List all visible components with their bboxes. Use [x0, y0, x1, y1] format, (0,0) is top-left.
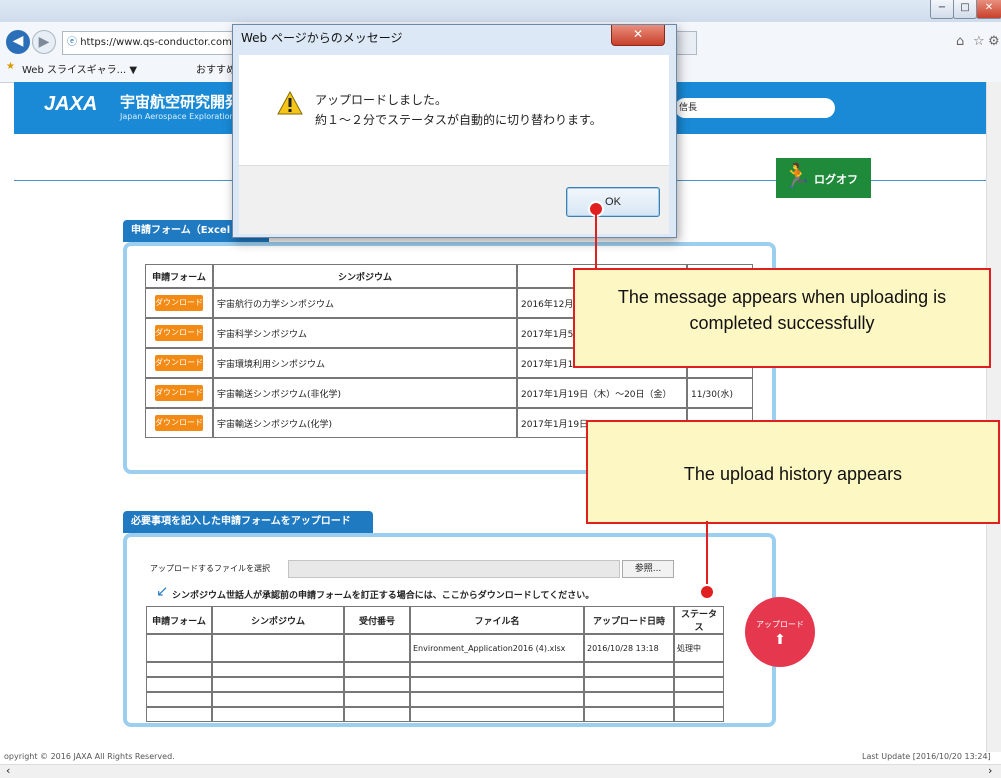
favorites-star-icon[interactable]: ☆: [973, 34, 985, 49]
logoff-label: ログオフ: [814, 173, 858, 186]
filename-cell[interactable]: Environment_Application2016 (4).xlsx: [410, 634, 584, 662]
callout-history-text: The upload history appears: [683, 464, 903, 484]
table-row: ダウンロード 宇宙輸送シンポジウム(非化学) 2017年1月19日（木）～20日…: [145, 378, 753, 408]
symposium-cell: 宇宙輸送シンポジウム(化学): [213, 408, 517, 438]
user-name-text: 信長: [679, 103, 698, 113]
upload-button-label: アップロード: [756, 620, 804, 629]
symposium-cell: 宇宙航行の力学シンポジウム: [213, 288, 517, 318]
warning-icon: [277, 91, 303, 115]
fav-item-recommended[interactable]: おすすめ: [196, 61, 236, 76]
jaxa-logo[interactable]: JAXA: [44, 93, 97, 116]
file-select-label: アップロードするファイルを選択: [150, 564, 270, 573]
symposium-cell: 宇宙輸送シンポジウム(非化学): [213, 378, 517, 408]
download-button[interactable]: ダウンロード: [155, 325, 203, 341]
download-button[interactable]: ダウンロード: [155, 355, 203, 371]
user-field: 信長: [675, 98, 835, 118]
ok-button[interactable]: OK: [566, 187, 660, 217]
dialog-title: Web ページからのメッセージ: [241, 31, 403, 45]
logoff-button[interactable]: 🏃 ログオフ: [776, 158, 871, 198]
window-titlebar: [0, 0, 1001, 22]
back-icon[interactable]: ◀: [6, 30, 30, 54]
dialog-close-button[interactable]: ✕: [611, 25, 665, 46]
window-close-button[interactable]: ✕: [976, 0, 1001, 19]
message-dialog: Web ページからのメッセージ ✕ アップロードしました。 約１～２分でステータ…: [232, 24, 677, 238]
deadline-cell: 11/30(水): [687, 378, 753, 408]
table-row: [146, 692, 724, 707]
upload-button[interactable]: アップロード ⬆: [745, 597, 815, 667]
ie-page-icon: ⓔ: [67, 37, 77, 48]
header-filename: ファイル名: [410, 606, 584, 634]
curved-arrow-icon: ↙: [156, 582, 169, 600]
dialog-body: アップロードしました。 約１～２分でステータスが自動的に切り替わります。: [239, 55, 669, 165]
url-text: https://www.qs-conductor.com/: [80, 37, 236, 48]
exit-icon: 🏃: [782, 162, 812, 190]
dialog-message-line2: 約１～２分でステータスが自動的に切り替わります。: [315, 113, 602, 127]
correction-note: シンポジウム世話人が承認前の申請フォームを訂正する場合には、ここからダウンロード…: [172, 591, 595, 601]
callout-history-note: The upload history appears: [586, 420, 1000, 524]
page-footer: opyright © 2016 JAXA All Rights Reserved…: [0, 750, 991, 764]
header-datetime: アップロード日時: [584, 606, 674, 634]
vertical-scrollbar[interactable]: [986, 82, 1001, 752]
maximize-button[interactable]: □: [953, 0, 977, 19]
callout-dialog-text: The message appears when uploading is co…: [617, 287, 947, 333]
download-button[interactable]: ダウンロード: [155, 295, 203, 311]
header-symposium: シンポジウム: [212, 606, 344, 634]
upload-history-table: 申請フォーム シンポジウム 受付番号 ファイル名 アップロード日時 ステータス …: [146, 606, 724, 722]
minimize-button[interactable]: −: [930, 0, 954, 19]
number-cell: [344, 634, 410, 662]
header-symposium: シンポジウム: [213, 264, 517, 288]
copyright-text: opyright © 2016 JAXA All Rights Reserved…: [4, 752, 175, 761]
header-number: 受付番号: [344, 606, 410, 634]
annotation-dot: [699, 584, 715, 600]
gear-icon[interactable]: ⚙: [988, 34, 1000, 49]
download-button[interactable]: ダウンロード: [155, 385, 203, 401]
forward-icon[interactable]: ▶: [32, 30, 56, 54]
date-cell: 2017年1月19日（木）～20日（金）: [517, 378, 687, 408]
upload-arrow-icon: ⬆: [774, 632, 786, 648]
symposium-cell: [212, 634, 344, 662]
form-cell: [146, 634, 212, 662]
datetime-cell: 2016/10/28 13:18: [584, 634, 674, 662]
symposium-cell: 宇宙環境利用シンポジウム: [213, 348, 517, 378]
file-path-input[interactable]: [288, 560, 620, 578]
callout-dialog-note: The message appears when uploading is co…: [573, 268, 991, 368]
horizontal-scrollbar[interactable]: ‹ ›: [0, 764, 1001, 778]
annotation-line: [595, 213, 597, 268]
header-form: 申請フォーム: [145, 264, 213, 288]
address-bar[interactable]: ⓔ https://www.qs-conductor.com/: [62, 31, 239, 55]
table-row: Environment_Application2016 (4).xlsx 201…: [146, 634, 724, 662]
annotation-line: [706, 521, 708, 587]
table-row: [146, 677, 724, 692]
table-row: [146, 662, 724, 677]
browse-button[interactable]: 参照...: [622, 560, 674, 578]
scroll-right-icon[interactable]: ›: [988, 764, 992, 777]
status-cell: 処理中: [674, 634, 724, 662]
fav-item-webslice[interactable]: Web スライスギャラ... ▼: [22, 61, 137, 76]
table-row: [146, 707, 724, 722]
upload-panel-tab: 必要事項を記入した申請フォームをアップロード: [123, 511, 373, 533]
scroll-left-icon[interactable]: ‹: [6, 764, 10, 777]
dialog-message-line1: アップロードしました。: [315, 93, 448, 107]
symposium-cell: 宇宙科学シンポジウム: [213, 318, 517, 348]
header-status: ステータス: [674, 606, 724, 634]
favorites-star-icon-small: ★: [6, 61, 15, 72]
home-icon[interactable]: ⌂: [956, 34, 964, 49]
last-update-text: Last Update [2016/10/20 13:24]: [862, 752, 991, 761]
download-button[interactable]: ダウンロード: [155, 415, 203, 431]
header-form: 申請フォーム: [146, 606, 212, 634]
